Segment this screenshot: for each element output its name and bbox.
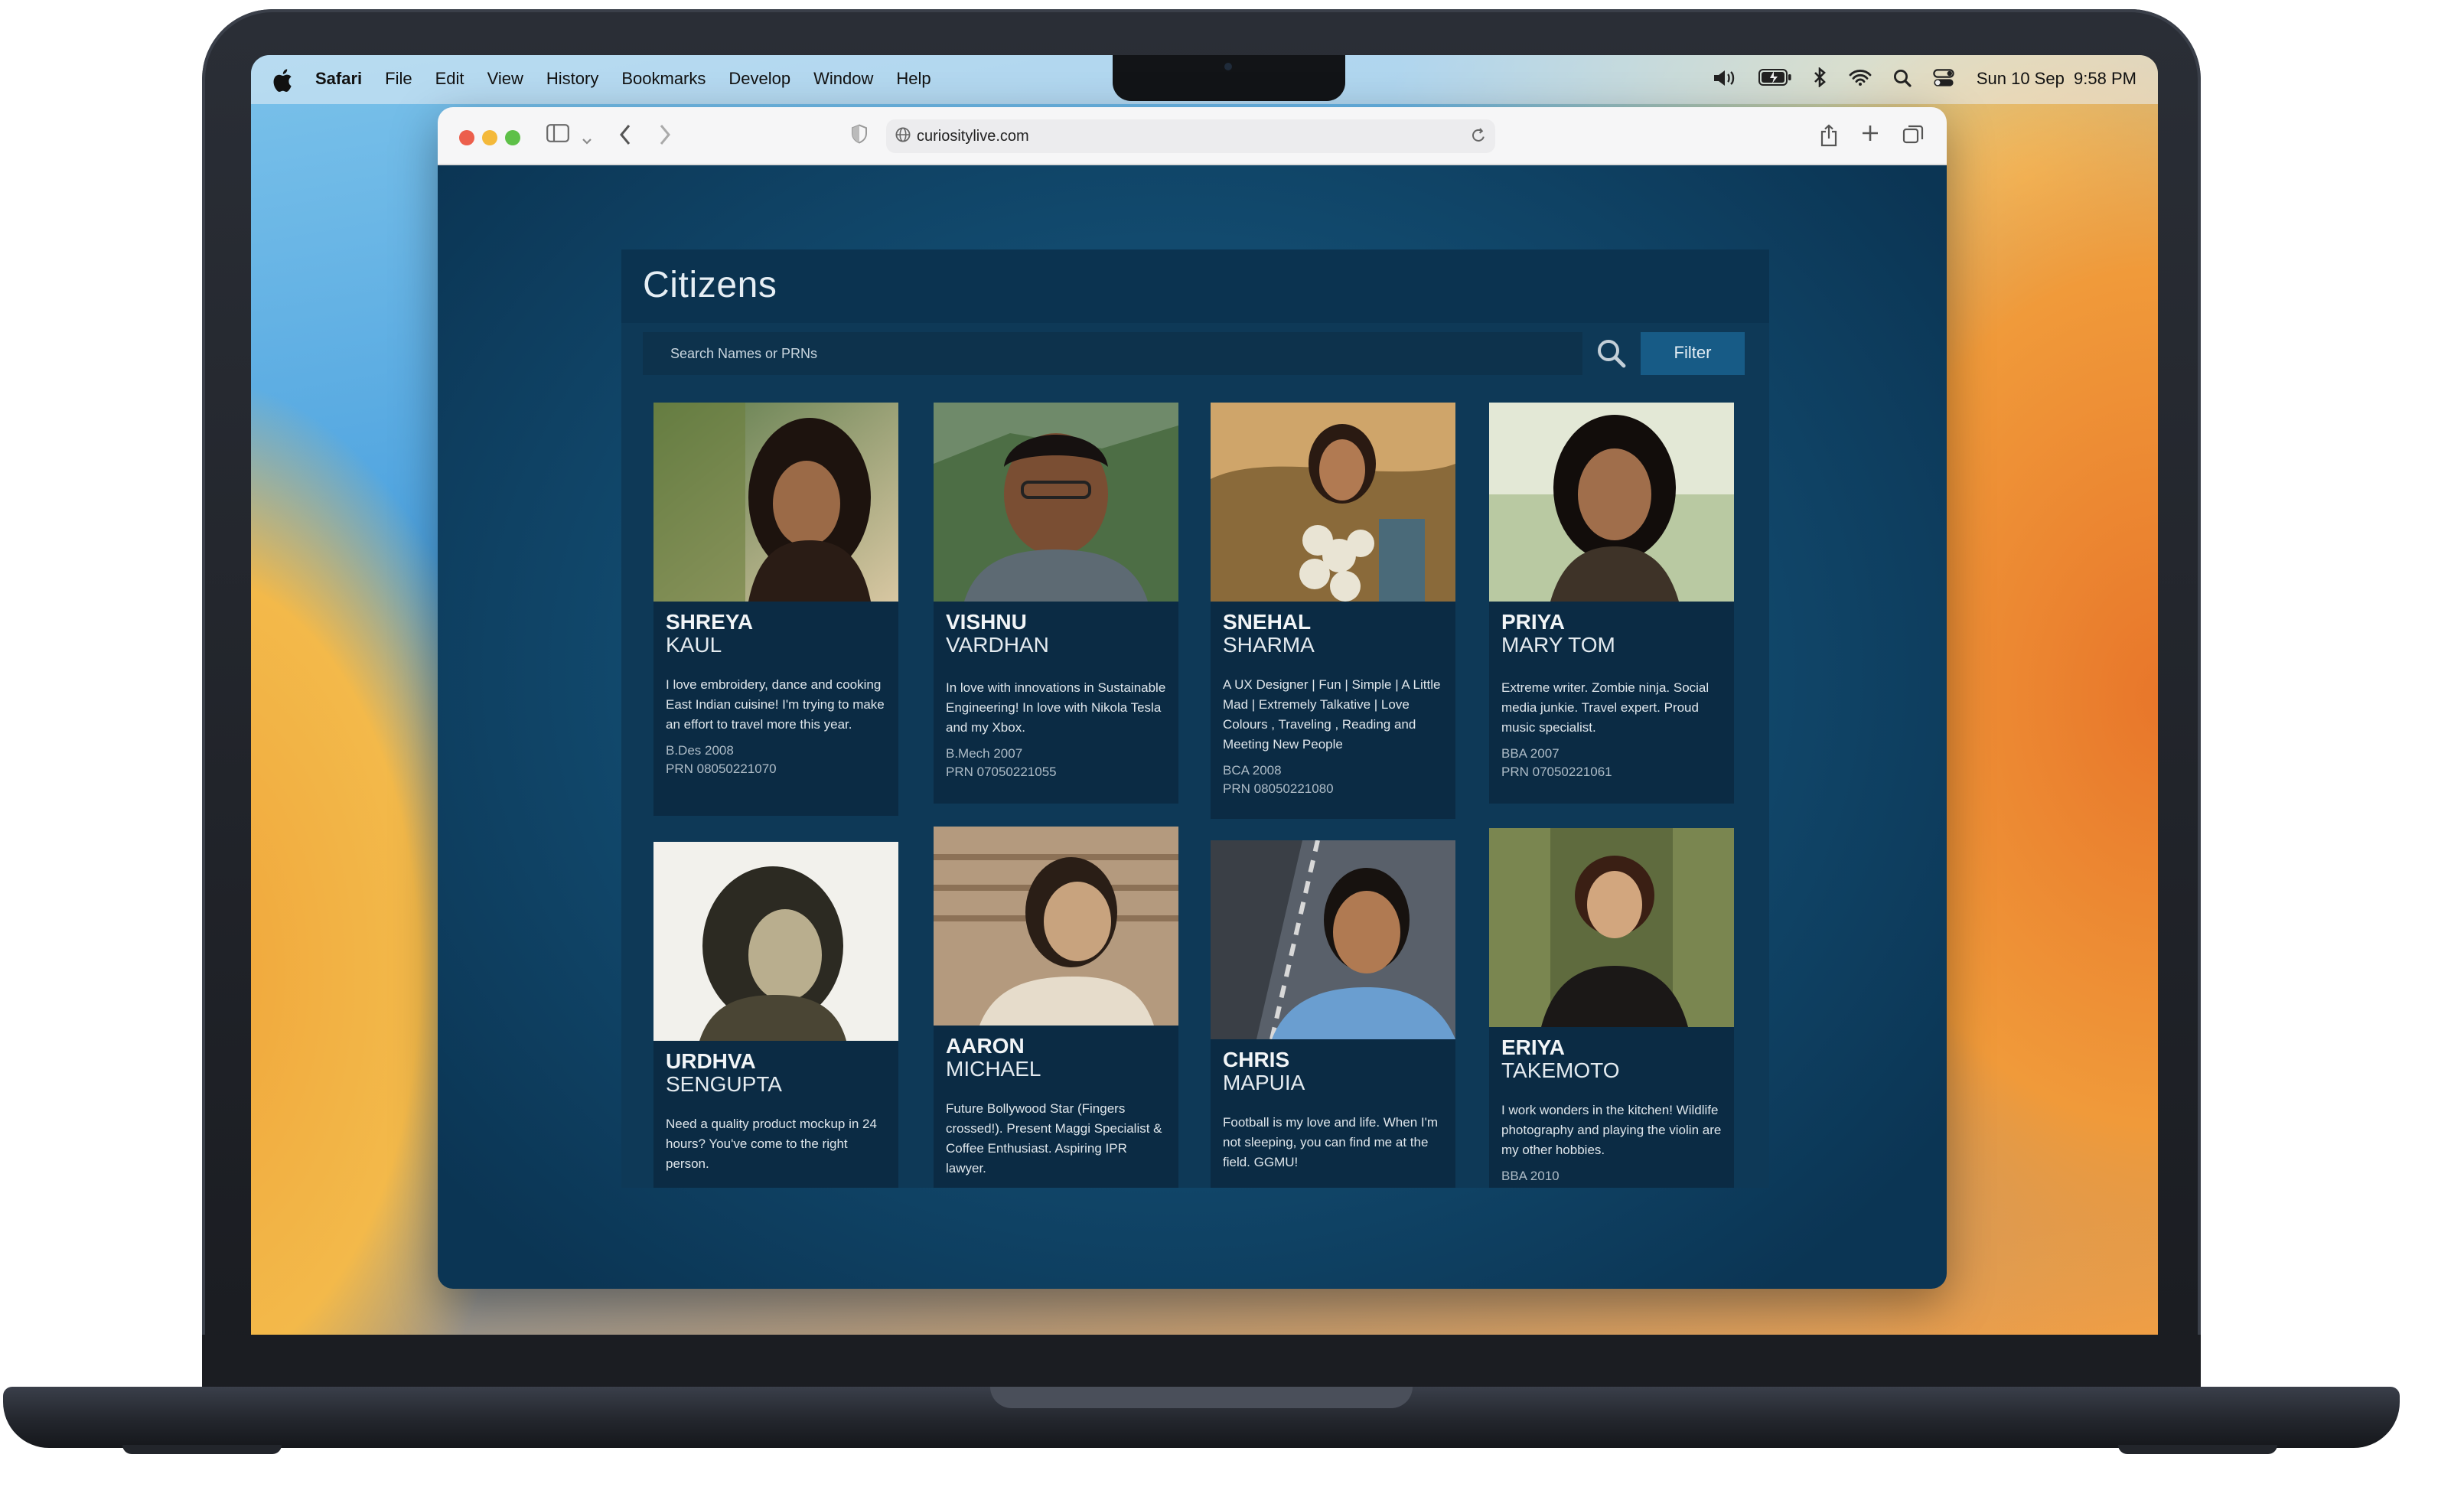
camera-icon bbox=[1224, 63, 1232, 70]
control-center-icon[interactable] bbox=[1934, 68, 1955, 91]
citizen-last-name: MICHAEL bbox=[946, 1056, 1041, 1081]
status-area: Sun 10 Sep 9:58 PM bbox=[1713, 55, 2136, 104]
citizen-bio: Need a quality product mockup in 24 hour… bbox=[666, 1116, 877, 1171]
search-icon[interactable] bbox=[1596, 338, 1627, 369]
citizen-first-name: VISHNU bbox=[946, 609, 1027, 634]
close-window-button[interactable] bbox=[459, 130, 474, 145]
search-box bbox=[643, 332, 1582, 375]
profile-photo bbox=[653, 842, 898, 1041]
new-tab-icon[interactable] bbox=[1861, 124, 1879, 148]
citizen-last-name: TAKEMOTO bbox=[1501, 1058, 1620, 1082]
wifi-icon[interactable] bbox=[1850, 69, 1872, 90]
privacy-shield-icon[interactable] bbox=[851, 124, 868, 150]
battery-icon[interactable] bbox=[1758, 69, 1793, 90]
citizen-bio: I work wonders in the kitchen! Wildlife … bbox=[1501, 1102, 1722, 1157]
chevron-down-icon[interactable] bbox=[582, 127, 592, 152]
filter-button[interactable]: Filter bbox=[1641, 332, 1745, 375]
safari-toolbar: curiositylive.com bbox=[438, 107, 1947, 165]
citizen-card[interactable]: SHREYA KAUL I love embroidery, dance and… bbox=[653, 403, 898, 816]
search-input[interactable] bbox=[670, 346, 1527, 361]
zoom-window-button[interactable] bbox=[505, 130, 520, 145]
menubar-clock[interactable]: Sun 10 Sep 9:58 PM bbox=[1977, 70, 2136, 89]
citizen-first-name: PRIYA bbox=[1501, 609, 1566, 634]
menu-window[interactable]: Window bbox=[813, 70, 873, 89]
bluetooth-icon[interactable] bbox=[1814, 67, 1828, 92]
profile-photo bbox=[934, 403, 1178, 602]
citizen-last-name: VARDHAN bbox=[946, 632, 1049, 657]
volume-icon[interactable] bbox=[1713, 68, 1738, 91]
laptop-foot bbox=[122, 1445, 282, 1454]
citizen-prn: PRN 07050221055 bbox=[946, 764, 1057, 779]
menu-history[interactable]: History bbox=[546, 70, 598, 89]
citizen-last-name: MAPUIA bbox=[1223, 1070, 1305, 1094]
citizen-degree: BCA 2008 bbox=[1223, 762, 1282, 778]
profile-photo bbox=[1489, 828, 1734, 1027]
back-icon[interactable] bbox=[618, 124, 632, 152]
citizen-card[interactable]: AARON MICHAEL Future Bollywood Star (Fin… bbox=[934, 827, 1178, 1188]
citizen-degree: BBA 2007 bbox=[1501, 745, 1560, 761]
profile-photo bbox=[1211, 840, 1455, 1039]
citizen-first-name: AARON bbox=[946, 1033, 1025, 1058]
menu-develop[interactable]: Develop bbox=[728, 70, 790, 89]
menu-bookmarks[interactable]: Bookmarks bbox=[621, 70, 706, 89]
profile-photo bbox=[934, 827, 1178, 1026]
profile-photo bbox=[1211, 403, 1455, 602]
laptop-base bbox=[3, 1387, 2400, 1448]
citizen-first-name: SNEHAL bbox=[1223, 609, 1312, 634]
tab-overview-icon[interactable] bbox=[1902, 124, 1924, 150]
citizen-last-name: MARY TOM bbox=[1501, 632, 1615, 657]
citizen-first-name: ERIYA bbox=[1501, 1035, 1566, 1059]
citizen-card[interactable]: URDHVA SENGUPTA Need a quality product m… bbox=[653, 842, 898, 1188]
menu-help[interactable]: Help bbox=[896, 70, 931, 89]
citizen-bio: In love with innovations in Sustainable … bbox=[946, 680, 1166, 735]
citizen-last-name: KAUL bbox=[666, 632, 722, 657]
menu-view[interactable]: View bbox=[487, 70, 523, 89]
safari-window: curiositylive.com Citizens Search Names … bbox=[438, 107, 1947, 1289]
reload-icon[interactable] bbox=[1471, 127, 1486, 148]
citizen-card[interactable]: PRIYA MARY TOM Extreme writer. Zombie ni… bbox=[1489, 403, 1734, 804]
citizen-degree: B.Des 2008 bbox=[666, 742, 734, 758]
citizen-first-name: CHRIS bbox=[1223, 1047, 1290, 1071]
citizen-degree: B.Mech 2007 bbox=[946, 745, 1023, 761]
citizen-bio: I love embroidery, dance and cooking Eas… bbox=[666, 677, 885, 732]
menu-edit[interactable]: Edit bbox=[435, 70, 464, 89]
menu-file[interactable]: File bbox=[385, 70, 412, 89]
sidebar-toggle-icon[interactable] bbox=[546, 124, 569, 148]
desktop-scene: Safari File Edit View History Bookmarks … bbox=[0, 0, 2464, 1500]
citizen-last-name: SHARMA bbox=[1223, 632, 1315, 657]
screen-bezel bbox=[202, 1335, 2201, 1390]
citizen-bio: Football is my love and life. When I'm n… bbox=[1223, 1114, 1439, 1169]
profile-photo bbox=[653, 403, 898, 602]
citizen-prn: PRN 08050221070 bbox=[666, 761, 777, 776]
spotlight-search-icon[interactable] bbox=[1894, 68, 1912, 91]
citizen-first-name: URDHVA bbox=[666, 1048, 756, 1073]
address-bar[interactable]: curiositylive.com bbox=[886, 119, 1495, 153]
citizen-card[interactable]: SNEHAL SHARMA A UX Designer | Fun | Simp… bbox=[1211, 403, 1455, 819]
citizen-card[interactable]: ERIYA TAKEMOTO I work wonders in the kit… bbox=[1489, 828, 1734, 1188]
citizen-bio: Future Bollywood Star (Fingers crossed!)… bbox=[946, 1101, 1162, 1176]
citizen-degree: BBA 2010 bbox=[1501, 1168, 1560, 1183]
globe-icon bbox=[895, 126, 911, 146]
minimize-window-button[interactable] bbox=[482, 130, 497, 145]
citizen-prn: PRN 07050221061 bbox=[1501, 764, 1612, 779]
citizens-panel: Citizens Filter bbox=[621, 249, 1769, 1188]
citizen-prn: PRN 08050221080 bbox=[1223, 781, 1334, 796]
camera-notch bbox=[1113, 55, 1345, 101]
citizen-first-name: SHREYA bbox=[666, 609, 754, 634]
lid-opening-notch bbox=[990, 1387, 1413, 1408]
citizen-last-name: SENGUPTA bbox=[666, 1071, 782, 1096]
page-title: Citizens bbox=[621, 249, 1769, 323]
forward-icon[interactable] bbox=[658, 124, 672, 152]
citizen-card[interactable]: VISHNU VARDHAN In love with innovations … bbox=[934, 403, 1178, 804]
profile-photo bbox=[1489, 403, 1734, 602]
citizen-bio: A UX Designer | Fun | Simple | A Little … bbox=[1223, 677, 1441, 752]
laptop-foot bbox=[2118, 1445, 2277, 1454]
menu-app-name[interactable]: Safari bbox=[315, 70, 362, 89]
url-text: curiositylive.com bbox=[917, 128, 1029, 145]
share-icon[interactable] bbox=[1820, 124, 1838, 153]
web-content: Citizens Filter bbox=[438, 165, 1947, 1289]
citizen-bio: Extreme writer. Zombie ninja. Social med… bbox=[1501, 680, 1709, 735]
apple-logo-icon[interactable] bbox=[272, 69, 294, 92]
citizen-card[interactable]: CHRIS MAPUIA Football is my love and lif… bbox=[1211, 840, 1455, 1188]
